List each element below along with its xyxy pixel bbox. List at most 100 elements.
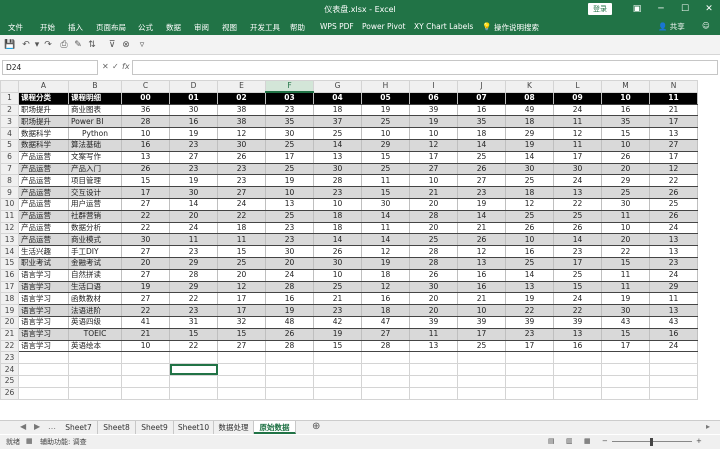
value-cell[interactable]: 30: [601, 197, 650, 211]
value-cell[interactable]: 15: [313, 339, 362, 353]
value-cell[interactable]: 13: [505, 280, 554, 294]
value-cell[interactable]: 26: [649, 209, 698, 223]
value-cell[interactable]: 24: [649, 339, 698, 353]
empty-cell[interactable]: [457, 363, 506, 376]
value-cell[interactable]: 23: [169, 162, 218, 176]
empty-cell[interactable]: [601, 386, 650, 400]
header-cell[interactable]: 04: [313, 91, 362, 105]
value-cell[interactable]: 24: [553, 103, 602, 117]
value-cell[interactable]: 13: [649, 233, 698, 247]
value-cell[interactable]: 21: [649, 103, 698, 117]
empty-cell[interactable]: [553, 386, 602, 400]
category-cell[interactable]: 生活兴趣: [18, 245, 69, 258]
minimize-icon[interactable]: ─: [654, 2, 668, 16]
row-header[interactable]: 23: [0, 351, 19, 365]
value-cell[interactable]: 22: [553, 304, 602, 317]
value-cell[interactable]: 20: [169, 209, 218, 223]
page-layout-view-icon[interactable]: ▥: [566, 437, 573, 445]
value-cell[interactable]: 15: [361, 150, 410, 164]
value-cell[interactable]: 22: [169, 339, 218, 353]
row-header[interactable]: 17: [0, 280, 19, 294]
tab-file[interactable]: 文件: [8, 22, 23, 33]
category-cell[interactable]: 职场提升: [18, 103, 69, 117]
course-cell[interactable]: 算法基础: [68, 138, 122, 152]
value-cell[interactable]: 22: [505, 304, 554, 317]
value-cell[interactable]: 11: [601, 209, 650, 223]
value-cell[interactable]: 30: [217, 138, 266, 152]
empty-cell[interactable]: [361, 386, 410, 400]
value-cell[interactable]: 12: [409, 138, 458, 152]
value-cell[interactable]: 17: [553, 150, 602, 164]
empty-cell[interactable]: [18, 386, 69, 400]
header-cell[interactable]: 07: [457, 91, 506, 105]
value-cell[interactable]: 26: [409, 268, 458, 282]
value-cell[interactable]: 19: [265, 174, 314, 188]
value-cell[interactable]: 29: [361, 138, 410, 152]
empty-cell[interactable]: [68, 386, 122, 400]
value-cell[interactable]: 11: [361, 174, 410, 188]
empty-cell[interactable]: [409, 386, 458, 400]
value-cell[interactable]: 15: [601, 127, 650, 140]
header-cell[interactable]: 06: [409, 91, 458, 105]
value-cell[interactable]: 10: [121, 339, 170, 353]
value-cell[interactable]: 12: [505, 197, 554, 211]
value-cell[interactable]: 26: [121, 162, 170, 176]
empty-cell[interactable]: [361, 351, 410, 365]
category-cell[interactable]: 产品运营: [18, 150, 69, 164]
value-cell[interactable]: 22: [553, 197, 602, 211]
value-cell[interactable]: 35: [457, 115, 506, 129]
value-cell[interactable]: 30: [265, 245, 314, 258]
value-cell[interactable]: 20: [601, 233, 650, 247]
empty-cell[interactable]: [553, 351, 602, 365]
header-cell[interactable]: 课程分类: [18, 91, 69, 105]
value-cell[interactable]: 12: [361, 280, 410, 294]
value-cell[interactable]: 10: [457, 304, 506, 317]
value-cell[interactable]: 25: [457, 150, 506, 164]
page-break-view-icon[interactable]: ▦: [584, 437, 591, 445]
tab-page-layout[interactable]: 页面布局: [96, 22, 126, 33]
value-cell[interactable]: 30: [169, 103, 218, 117]
value-cell[interactable]: 19: [601, 292, 650, 306]
prev-sheet-icon[interactable]: ◀: [20, 422, 26, 431]
value-cell[interactable]: 30: [169, 186, 218, 199]
header-cell[interactable]: 02: [217, 91, 266, 105]
course-cell[interactable]: 社群营销: [68, 209, 122, 223]
column-header[interactable]: K: [505, 80, 554, 93]
select-all-corner[interactable]: [0, 80, 19, 93]
sheet-table[interactable]: ABCDEFGHIJKLMN 1 课程分类 课程明细 00 01 02 03 04 05 06 07…: [0, 80, 698, 400]
value-cell[interactable]: 38: [217, 115, 266, 129]
category-cell[interactable]: 语言学习: [18, 339, 69, 353]
value-cell[interactable]: 26: [505, 221, 554, 235]
sheet-tab-sheet9[interactable]: Sheet9: [136, 421, 174, 434]
value-cell[interactable]: 11: [553, 138, 602, 152]
formula-input[interactable]: [132, 60, 718, 75]
value-cell[interactable]: 17: [553, 256, 602, 270]
value-cell[interactable]: 27: [409, 162, 458, 176]
value-cell[interactable]: 23: [265, 233, 314, 247]
value-cell[interactable]: 30: [121, 233, 170, 247]
value-cell[interactable]: 24: [553, 174, 602, 188]
value-cell[interactable]: 23: [457, 186, 506, 199]
category-cell[interactable]: 语言学习: [18, 327, 69, 341]
value-cell[interactable]: 17: [217, 292, 266, 306]
zoom-out-icon[interactable]: −: [602, 437, 608, 445]
value-cell[interactable]: 21: [457, 292, 506, 306]
header-cell[interactable]: 03: [265, 91, 314, 105]
header-cell[interactable]: 08: [505, 91, 554, 105]
tab-formulas[interactable]: 公式: [138, 22, 153, 33]
header-cell[interactable]: 11: [649, 91, 698, 105]
course-cell[interactable]: 英语四级: [68, 315, 122, 329]
value-cell[interactable]: 27: [217, 339, 266, 353]
value-cell[interactable]: 28: [361, 339, 410, 353]
empty-cell[interactable]: [313, 374, 362, 388]
course-cell[interactable]: 商业模式: [68, 233, 122, 247]
sort-icon[interactable]: ⇅: [86, 39, 98, 51]
empty-cell[interactable]: [68, 374, 122, 388]
course-cell[interactable]: Python: [68, 127, 122, 140]
empty-cell[interactable]: [217, 374, 266, 388]
empty-cell[interactable]: [553, 374, 602, 388]
empty-cell[interactable]: [505, 374, 554, 388]
value-cell[interactable]: 20: [265, 256, 314, 270]
empty-cell[interactable]: [121, 363, 170, 376]
value-cell[interactable]: 27: [457, 174, 506, 188]
